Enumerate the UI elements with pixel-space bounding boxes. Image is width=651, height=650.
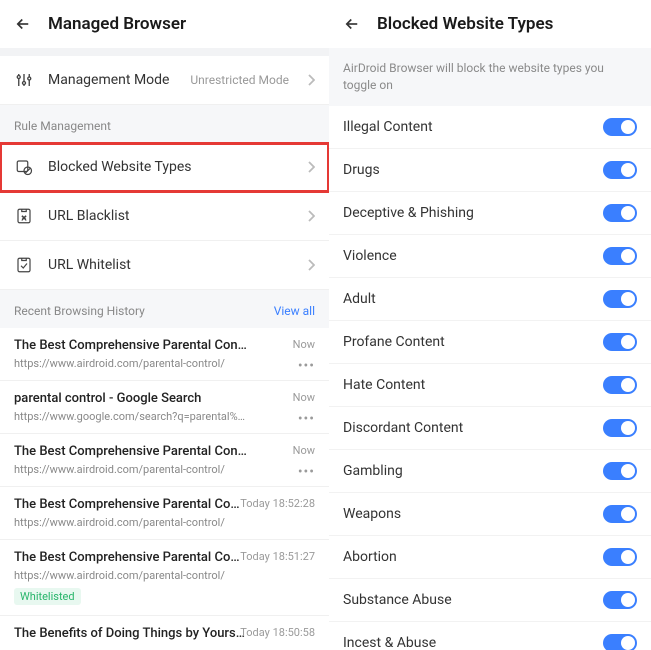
toggle-label: Discordant Content: [343, 420, 463, 436]
rule-label: Blocked Website Types: [48, 159, 293, 175]
toggle-row: Hate Content: [329, 364, 651, 407]
toggle-switch[interactable]: [603, 548, 637, 566]
managed-browser-panel: Managed Browser Management Mode Unrestri…: [0, 0, 329, 650]
toggle-label: Gambling: [343, 463, 403, 479]
toggle-label: Adult: [343, 291, 376, 307]
toggle-label: Incest & Abuse: [343, 635, 436, 650]
toggle-switch[interactable]: [603, 333, 637, 351]
toggle-label: Violence: [343, 248, 397, 264]
toggle-row: Abortion: [329, 536, 651, 579]
toggle-row: Drugs: [329, 149, 651, 192]
toggle-list: Illegal Content Drugs Deceptive & Phishing…: [329, 106, 651, 650]
arrow-left-icon: [343, 15, 361, 33]
management-mode-row[interactable]: Management Mode Unrestricted Mode: [0, 56, 329, 105]
toggle-row: Illegal Content: [329, 106, 651, 149]
toggle-row: Gambling: [329, 450, 651, 493]
history-item-time: Now: [293, 338, 315, 351]
blacklist-icon: [14, 206, 34, 226]
rule-label: URL Whitelist: [48, 257, 293, 273]
toggle-switch[interactable]: [603, 204, 637, 222]
history-item-title: parental control - Google Search: [14, 391, 315, 406]
back-button[interactable]: [14, 15, 32, 33]
toggle-label: Hate Content: [343, 377, 425, 393]
history-item-url: https://www.airdroid.com/parental-contro…: [14, 516, 315, 529]
more-icon[interactable]: •••: [298, 464, 315, 480]
management-mode-label: Management Mode: [48, 72, 176, 88]
toggle-label: Drugs: [343, 162, 380, 178]
arrow-left-icon: [14, 15, 32, 33]
toggle-row: Violence: [329, 235, 651, 278]
chevron-right-icon: [307, 210, 315, 222]
toggle-switch[interactable]: [603, 591, 637, 609]
history-item-title: The Best Comprehensive Parental Control …: [14, 338, 315, 353]
chevron-right-icon: [307, 74, 315, 86]
back-button[interactable]: [343, 15, 361, 33]
url-blacklist-row[interactable]: URL Blacklist: [0, 192, 329, 241]
history-item-time: Today 18:52:28: [240, 497, 315, 510]
view-all-link[interactable]: View all: [274, 304, 315, 318]
history-header: Recent Browsing History View all: [0, 290, 329, 328]
toggle-label: Illegal Content: [343, 119, 433, 135]
history-item[interactable]: The Best Comprehensive Parental Control …: [0, 434, 329, 487]
history-item[interactable]: The Best Comprehensive Parental Co… http…: [0, 540, 329, 616]
whitelisted-badge: Whitelisted: [14, 588, 81, 605]
history-item-url: https://www.google.com/search?q=parental…: [14, 410, 315, 423]
more-icon[interactable]: •••: [298, 411, 315, 427]
toggle-row: Weapons: [329, 493, 651, 536]
toggle-switch[interactable]: [603, 290, 637, 308]
toggle-row: Deceptive & Phishing: [329, 192, 651, 235]
history-item[interactable]: The Best Comprehensive Parental Co… http…: [0, 487, 329, 540]
history-item-time: Today 18:50:58: [240, 626, 315, 639]
history-list: The Best Comprehensive Parental Control …: [0, 328, 329, 650]
chevron-right-icon: [307, 259, 315, 271]
toggle-row: Incest & Abuse: [329, 622, 651, 650]
history-item-url: https://www.airdroid.com/parental-contro…: [14, 357, 315, 370]
rule-label: URL Blacklist: [48, 208, 293, 224]
page-title: Blocked Website Types: [377, 14, 553, 34]
header: Blocked Website Types: [329, 0, 651, 48]
toggle-row: Discordant Content: [329, 407, 651, 450]
history-item-time: Now: [293, 444, 315, 457]
history-item[interactable]: The Benefits of Doing Things by Yours… T…: [0, 616, 329, 650]
page-title: Managed Browser: [48, 14, 186, 34]
toggle-label: Deceptive & Phishing: [343, 205, 474, 221]
history-item[interactable]: The Best Comprehensive Parental Control …: [0, 328, 329, 381]
sliders-icon: [14, 70, 34, 90]
history-item-time: Today 18:51:27: [240, 550, 315, 563]
history-item-url: https://www.airdroid.com/parental-contro…: [14, 569, 315, 582]
toggle-switch[interactable]: [603, 247, 637, 265]
rule-management-title: Rule Management: [0, 105, 329, 143]
toggle-label: Substance Abuse: [343, 592, 452, 608]
blocked-website-types-row[interactable]: Blocked Website Types: [0, 143, 329, 192]
description: AirDroid Browser will block the website …: [329, 48, 651, 106]
header: Managed Browser: [0, 0, 329, 48]
toggle-switch[interactable]: [603, 161, 637, 179]
toggle-switch[interactable]: [603, 118, 637, 136]
more-icon[interactable]: •••: [298, 358, 315, 374]
toggle-label: Abortion: [343, 549, 397, 565]
blocked-types-icon: [14, 157, 34, 177]
chevron-right-icon: [307, 161, 315, 173]
history-item[interactable]: parental control - Google Search https:/…: [0, 381, 329, 434]
toggle-switch[interactable]: [603, 505, 637, 523]
blocked-website-types-panel: Blocked Website Types AirDroid Browser w…: [329, 0, 651, 650]
toggle-switch[interactable]: [603, 634, 637, 650]
history-item-time: Now: [293, 391, 315, 404]
toggle-label: Weapons: [343, 506, 401, 522]
history-title: Recent Browsing History: [14, 304, 145, 318]
toggle-switch[interactable]: [603, 419, 637, 437]
toggle-label: Profane Content: [343, 334, 445, 350]
whitelist-icon: [14, 255, 34, 275]
toggle-switch[interactable]: [603, 462, 637, 480]
history-item-title: The Best Comprehensive Parental Control …: [14, 444, 315, 459]
divider: [0, 48, 329, 56]
toggle-row: Adult: [329, 278, 651, 321]
management-mode-value: Unrestricted Mode: [190, 73, 289, 87]
toggle-switch[interactable]: [603, 376, 637, 394]
toggle-row: Profane Content: [329, 321, 651, 364]
url-whitelist-row[interactable]: URL Whitelist: [0, 241, 329, 290]
history-item-url: https://www.airdroid.com/parental-contro…: [14, 463, 315, 476]
toggle-row: Substance Abuse: [329, 579, 651, 622]
